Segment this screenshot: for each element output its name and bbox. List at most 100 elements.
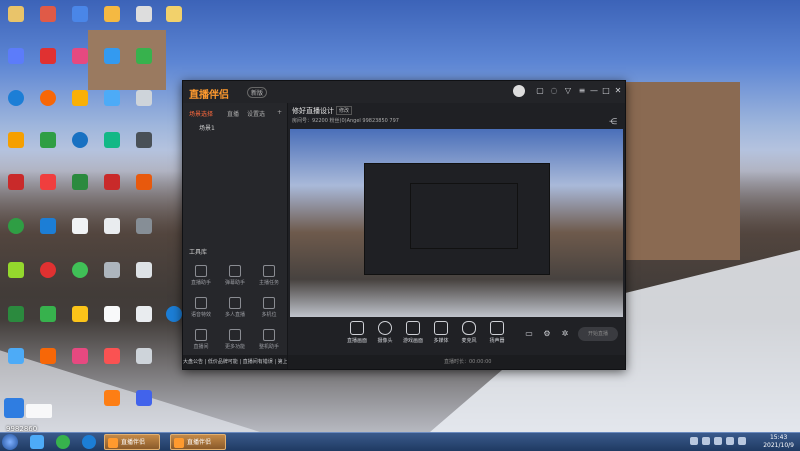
- quicklaunch-icon[interactable]: [82, 435, 96, 449]
- tray-icon[interactable]: [690, 437, 698, 445]
- tab-live[interactable]: 直播: [227, 109, 239, 118]
- tool-item[interactable]: 多人直播: [221, 297, 249, 318]
- desktop-icon[interactable]: [8, 218, 24, 234]
- desktop-icon[interactable]: [104, 306, 120, 322]
- taskbar-app[interactable]: 直播伴侣: [104, 434, 160, 450]
- minimize-icon[interactable]: —: [589, 86, 599, 96]
- media-button[interactable]: 多媒体: [426, 321, 456, 344]
- tab-settings[interactable]: 设置选: [247, 109, 265, 118]
- network-icon[interactable]: [738, 437, 746, 445]
- desktop-icon[interactable]: [40, 48, 56, 64]
- desktop-icon[interactable]: [136, 48, 152, 64]
- desktop-icon[interactable]: [72, 90, 88, 106]
- desktop-icon[interactable]: [136, 390, 152, 406]
- desktop-icon[interactable]: [40, 132, 56, 148]
- desktop-icon[interactable]: [166, 6, 182, 22]
- clock[interactable]: 15:43 2021/10/9: [763, 434, 794, 450]
- desktop-icon[interactable]: [104, 48, 120, 64]
- live-preview[interactable]: [290, 129, 623, 317]
- taskbar-app[interactable]: 直播伴侣: [170, 434, 226, 450]
- tray-icon[interactable]: [714, 437, 722, 445]
- desktop-icon[interactable]: [8, 6, 24, 22]
- desktop-icon[interactable]: [40, 348, 56, 364]
- volume-icon[interactable]: [726, 437, 734, 445]
- menu-icon[interactable]: ≡: [577, 86, 587, 96]
- desktop-icon[interactable]: [104, 6, 120, 22]
- start-live-button[interactable]: 开始直播: [578, 327, 618, 341]
- desktop-icon[interactable]: [8, 348, 24, 364]
- tool-item[interactable]: 直播助手: [187, 265, 215, 286]
- scene-item[interactable]: 场景1: [199, 123, 215, 132]
- desktop-icon[interactable]: [72, 306, 88, 322]
- tool-item[interactable]: 整机助手: [255, 329, 283, 350]
- tool-item[interactable]: 多机位: [255, 297, 283, 318]
- desktop-icon[interactable]: [104, 218, 120, 234]
- start-button[interactable]: [2, 434, 18, 450]
- desktop-icon[interactable]: [72, 174, 88, 190]
- tool-item[interactable]: 更多功能: [221, 329, 249, 350]
- desktop-icon[interactable]: [72, 6, 88, 22]
- desktop-icon[interactable]: [72, 348, 88, 364]
- desktop-icon[interactable]: [136, 306, 152, 322]
- speaker-button[interactable]: 扬声器: [482, 321, 512, 344]
- quicklaunch-icon[interactable]: [30, 435, 44, 449]
- desktop-icon[interactable]: [136, 262, 152, 278]
- desktop-icon[interactable]: [40, 306, 56, 322]
- game-capture-button[interactable]: 游戏画面: [398, 321, 428, 344]
- quicklaunch-icon[interactable]: [56, 435, 70, 449]
- tool-item[interactable]: 主播任务: [255, 265, 283, 286]
- screen-capture-button[interactable]: 直播画面: [342, 321, 372, 344]
- notice-icon[interactable]: ◌: [549, 86, 559, 96]
- desktop-icon[interactable]: [8, 48, 24, 64]
- desktop-icon[interactable]: [40, 90, 56, 106]
- tray-icon[interactable]: [702, 437, 710, 445]
- desktop-icon[interactable]: [8, 306, 24, 322]
- desktop-icon[interactable]: [104, 174, 120, 190]
- add-scene-icon[interactable]: +: [277, 109, 282, 116]
- gift-icon[interactable]: ▽: [563, 86, 573, 96]
- version-badge[interactable]: 新版: [247, 87, 268, 98]
- desktop-icon[interactable]: [166, 306, 182, 322]
- tab-scene[interactable]: 场景选择: [189, 109, 213, 118]
- desktop-icon[interactable]: [40, 174, 56, 190]
- maximize-icon[interactable]: □: [601, 86, 611, 96]
- desktop-icon[interactable]: [72, 48, 88, 64]
- desktop-icon[interactable]: [104, 132, 120, 148]
- desktop-icon[interactable]: [40, 218, 56, 234]
- desktop-icon[interactable]: [136, 218, 152, 234]
- desktop-icon[interactable]: [8, 132, 24, 148]
- record-icon[interactable]: ▭: [524, 329, 534, 339]
- tool-item[interactable]: 语音特效: [187, 297, 215, 318]
- gear-icon[interactable]: ✲: [560, 329, 570, 339]
- camera-button[interactable]: 摄像头: [370, 321, 400, 344]
- desktop-icon[interactable]: [8, 262, 24, 278]
- close-icon[interactable]: ✕: [613, 86, 623, 96]
- tool-item[interactable]: 弹幕助手: [221, 265, 249, 286]
- desktop-icon[interactable]: [136, 174, 152, 190]
- desktop-icon[interactable]: [8, 174, 24, 190]
- message-icon[interactable]: ▢: [535, 86, 545, 96]
- desktop-icon[interactable]: [104, 390, 120, 406]
- desktop-icon[interactable]: [104, 262, 120, 278]
- edit-button[interactable]: 修改: [336, 106, 353, 115]
- tool-icon: [195, 297, 207, 309]
- avatar[interactable]: [513, 85, 525, 97]
- desktop-icon[interactable]: [8, 90, 24, 106]
- share-icon[interactable]: ⋲: [608, 117, 618, 127]
- desktop-icon[interactable]: [136, 6, 152, 22]
- desktop-icon[interactable]: [40, 262, 56, 278]
- tool-item[interactable]: 直播间: [187, 329, 215, 350]
- desktop-icon[interactable]: [136, 348, 152, 364]
- desktop-icon[interactable]: [40, 6, 56, 22]
- desktop-icon[interactable]: [72, 262, 88, 278]
- desktop-icon[interactable]: [136, 132, 152, 148]
- settings-icon[interactable]: ⚙: [542, 329, 552, 339]
- desktop-icon[interactable]: [72, 132, 88, 148]
- title-bar: 直播伴侣 新版 ▢ ◌ ▽ ≡ — □ ✕: [183, 81, 625, 103]
- source-toolbar: 直播画面 摄像头 游戏画面 多媒体 麦克风 扬声器 ▭ ⚙ ✲ 开始直播: [288, 317, 625, 355]
- desktop-icon[interactable]: [104, 348, 120, 364]
- desktop-icon[interactable]: [136, 90, 152, 106]
- desktop-icon[interactable]: [104, 90, 120, 106]
- desktop-icon[interactable]: [72, 218, 88, 234]
- microphone-button[interactable]: 麦克风: [454, 321, 484, 344]
